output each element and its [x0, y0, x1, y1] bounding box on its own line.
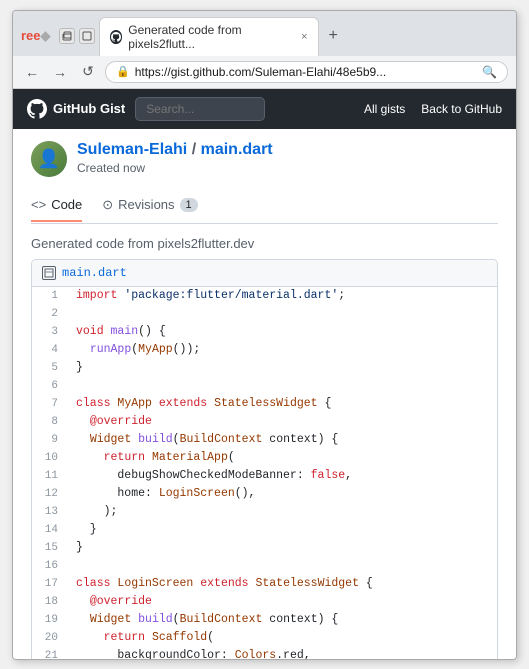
back-button[interactable]: ← — [21, 61, 43, 83]
code-line: 3void main() { — [32, 323, 497, 341]
forward-button[interactable]: → — [49, 61, 71, 83]
code-line: 4 runApp(MyApp()); — [32, 341, 497, 359]
url-box[interactable]: 🔒 https://gist.github.com/Suleman-Elahi/… — [105, 61, 508, 83]
github-logo-icon — [27, 99, 47, 119]
browser-tab-active[interactable]: Generated code from pixels2flutt... × — [99, 17, 319, 56]
code-line: 1import 'package:flutter/material.dart'; — [32, 287, 497, 305]
browser-window: ree◆ — [12, 10, 517, 660]
code-line: 10 return MaterialApp( — [32, 449, 497, 467]
code-line: 17class LoginScreen extends StatelessWid… — [32, 575, 497, 593]
back-to-github-link[interactable]: Back to GitHub — [421, 102, 502, 116]
code-line: 7class MyApp extends StatelessWidget { — [32, 395, 497, 413]
code-file-header: main.dart — [32, 260, 497, 287]
code-line: 19 Widget build(BuildContext context) { — [32, 611, 497, 629]
code-line: 13 ); — [32, 503, 497, 521]
url-search-icon: 🔍 — [482, 65, 497, 79]
created-text: Created now — [77, 161, 273, 175]
tab-revisions-label: Revisions — [118, 197, 174, 212]
tab-label: Generated code from pixels2flutt... — [128, 23, 295, 51]
window-control-layers[interactable] — [59, 28, 75, 44]
browser-chrome: ree◆ — [13, 11, 516, 89]
code-body: 1import 'package:flutter/material.dart';… — [32, 287, 497, 659]
github-logo-area: GitHub Gist — [27, 99, 125, 119]
tab-code[interactable]: <> Code — [31, 189, 82, 222]
code-line: 15} — [32, 539, 497, 557]
file-icon — [42, 266, 56, 280]
all-gists-link[interactable]: All gists — [364, 102, 405, 116]
window-controls — [59, 28, 95, 44]
lock-icon: 🔒 — [116, 65, 130, 78]
gist-nav: All gists Back to GitHub — [364, 102, 502, 116]
url-text: https://gist.github.com/Suleman-Elahi/48… — [135, 65, 477, 79]
file-name[interactable]: main.dart — [62, 266, 127, 280]
tab-code-label: Code — [51, 197, 82, 212]
gist-description: Generated code from pixels2flutter.dev — [31, 236, 498, 251]
code-line: 21 backgroundColor: Colors.red, — [32, 647, 497, 659]
tab-revisions[interactable]: ⊙ Revisions 1 — [102, 189, 197, 223]
code-line: 9 Widget build(BuildContext context) { — [32, 431, 497, 449]
refresh-button[interactable]: ↺ — [77, 61, 99, 83]
tabs-bar: <> Code ⊙ Revisions 1 — [31, 189, 498, 224]
revisions-icon: ⊙ — [102, 197, 113, 213]
tab-favicon — [110, 30, 123, 44]
page-title: Suleman-Elahi / main.dart — [77, 141, 273, 159]
code-line: 14 } — [32, 521, 497, 539]
avatar — [31, 141, 67, 177]
code-line: 6 — [32, 377, 497, 395]
window-control-square[interactable] — [79, 28, 95, 44]
search-input[interactable] — [135, 97, 265, 121]
code-line: 18 @override — [32, 593, 497, 611]
code-line: 20 return Scaffold( — [32, 629, 497, 647]
new-tab-button[interactable]: + — [323, 23, 344, 49]
code-line: 16 — [32, 557, 497, 575]
code-line: 11 debugShowCheckedModeBanner: false, — [32, 467, 497, 485]
page-content: Suleman-Elahi / main.dart Created now <>… — [13, 129, 516, 659]
browser-logo: ree◆ — [21, 28, 51, 44]
code-icon: <> — [31, 197, 46, 212]
user-info: Suleman-Elahi / main.dart Created now — [31, 141, 498, 177]
tab-bar: ree◆ — [13, 11, 516, 56]
code-line: 12 home: LoginScreen(), — [32, 485, 497, 503]
gist-header: GitHub Gist All gists Back to GitHub — [13, 89, 516, 129]
gist-label: GitHub Gist — [53, 101, 125, 116]
code-container: main.dart 1import 'package:flutter/mater… — [31, 259, 498, 659]
user-details: Suleman-Elahi / main.dart Created now — [77, 141, 273, 175]
code-line: 8 @override — [32, 413, 497, 431]
revisions-badge: 1 — [180, 198, 198, 212]
tab-close-button[interactable]: × — [301, 31, 307, 43]
address-bar: ← → ↺ 🔒 https://gist.github.com/Suleman-… — [13, 56, 516, 88]
code-line: 2 — [32, 305, 497, 323]
code-line: 5} — [32, 359, 497, 377]
